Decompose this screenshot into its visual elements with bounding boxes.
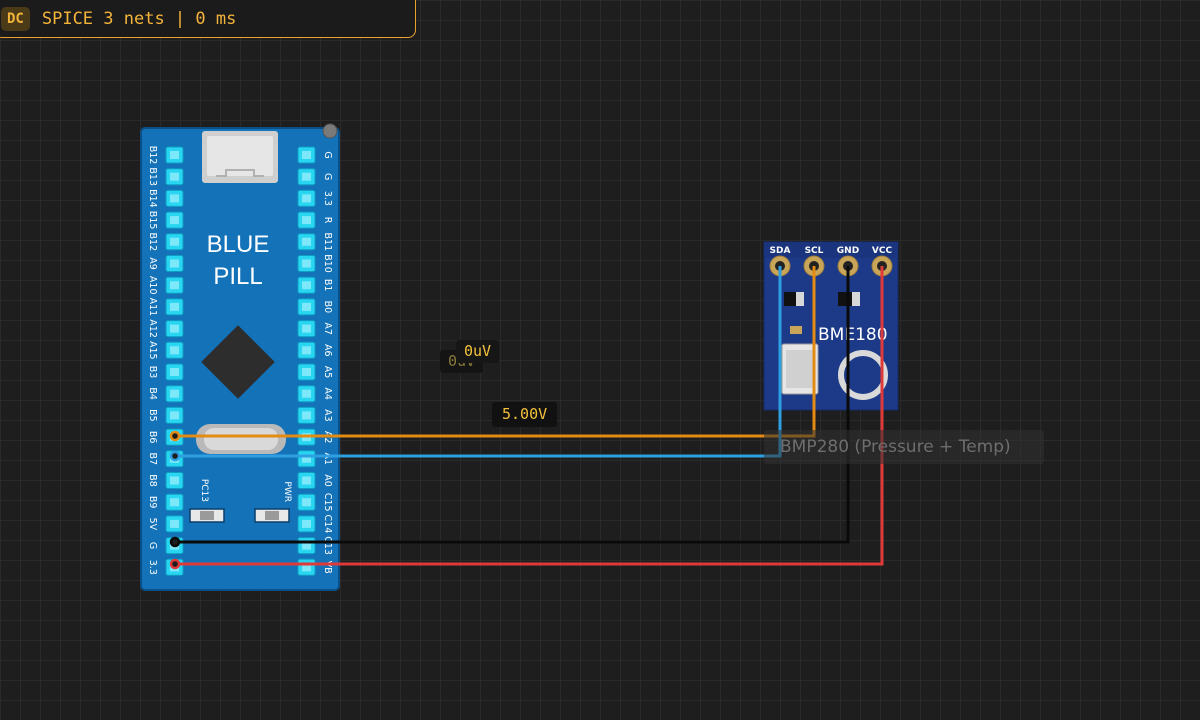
wire-endpoint[interactable]	[169, 558, 181, 570]
pin-hole	[302, 476, 311, 485]
pin-hole	[170, 324, 179, 333]
board-title-line1: BLUE	[207, 231, 270, 258]
pin-hole	[302, 346, 311, 355]
pin-label: B5	[147, 409, 158, 422]
bmp280-caption: BMP280 (Pressure + Temp)	[764, 430, 1044, 464]
pin-label: 3.3	[322, 191, 333, 206]
pin-label: 3.3	[147, 560, 158, 575]
pin-hole	[170, 368, 179, 376]
bmp-pin-label: GND	[837, 246, 859, 256]
pin-label: C15	[322, 493, 333, 512]
pin-hole	[170, 151, 179, 159]
pin-label: A3	[322, 409, 333, 422]
pin-label: B3	[147, 366, 158, 379]
pin-label: A6	[322, 344, 333, 357]
bmp-pin-label: VCC	[872, 246, 893, 256]
pin-label: B15	[147, 211, 158, 230]
pin-hole	[302, 368, 311, 376]
wire-endpoint[interactable]	[169, 536, 181, 548]
pin-hole	[302, 519, 311, 528]
pin-label: B1	[322, 279, 333, 292]
pin-label: G	[322, 151, 333, 158]
pin-hole	[170, 194, 179, 203]
pin-label: A0	[322, 474, 333, 487]
voltage-probe-front[interactable]: 0uV	[456, 340, 500, 363]
pin-hole	[170, 346, 179, 355]
pin-label: B13	[147, 167, 158, 186]
pin-hole	[302, 324, 311, 333]
pin-label: B9	[147, 496, 158, 509]
wire-endpoint[interactable]	[169, 450, 181, 462]
pin-label: A15	[147, 341, 158, 360]
bmp-pin-label: SDA	[770, 246, 791, 256]
pin-label: B4	[147, 387, 158, 400]
pin-label: G	[322, 173, 333, 180]
pin-hole	[302, 389, 311, 398]
pin-hole	[170, 302, 179, 311]
pin-hole	[170, 281, 179, 290]
pin-label: A5	[322, 366, 333, 379]
board-title-line2: PILL	[213, 263, 262, 290]
pin-hole	[170, 476, 179, 485]
pin-hole	[170, 259, 179, 268]
pin-label: A1	[322, 453, 333, 466]
pin-label: A4	[322, 387, 333, 400]
pin-label: 5V	[147, 518, 158, 531]
pin-hole	[302, 281, 311, 290]
board-handle-icon[interactable]	[322, 123, 338, 139]
smd-component	[784, 292, 796, 306]
bmp-pin-label: SCL	[805, 246, 824, 256]
pin-label: C14	[322, 515, 333, 534]
blue-pill-board[interactable]: BLUE PILL PC13 PWR B12 B13 B14 B15 B12 A9 A10 A…	[140, 123, 340, 591]
pin-label: G	[147, 542, 158, 549]
pin-hole	[170, 237, 179, 246]
bmp280-module[interactable]: SDA SCL GND VCC BME180	[763, 241, 899, 411]
pin-hole	[170, 172, 179, 181]
pin-label: B10	[322, 254, 333, 273]
pin-label: C13	[322, 536, 333, 555]
pc13-label: PC13	[199, 479, 209, 502]
pin-hole	[302, 216, 311, 225]
pin-hole	[170, 519, 179, 528]
pin-label: B12	[147, 232, 158, 251]
pin-hole	[170, 498, 179, 507]
pin-hole	[302, 259, 311, 268]
wire-endpoint[interactable]	[169, 430, 181, 442]
circuit-canvas[interactable]: BLUE PILL PC13 PWR B12 B13 B14 B15 B12 A9 A10 A…	[0, 0, 1200, 720]
pin-label: B8	[147, 474, 158, 487]
smd-resistor	[790, 326, 802, 334]
voltage-probe-vcc[interactable]: 5.00V	[492, 402, 558, 427]
pin-hole	[170, 216, 179, 225]
pin-hole	[302, 237, 311, 246]
pin-hole	[170, 411, 179, 420]
pin-label: B6	[147, 431, 158, 444]
pin-label: R	[322, 217, 333, 224]
pin-hole	[302, 172, 311, 181]
pin-label: B0	[322, 301, 333, 314]
pin-label: A9	[147, 257, 158, 270]
pin-hole	[302, 151, 311, 159]
pin-label: A10	[147, 276, 158, 295]
pin-label: B12	[147, 146, 158, 165]
smd-component	[838, 292, 852, 306]
pwr-label: PWR	[282, 481, 292, 502]
pin-label: B11	[322, 232, 333, 251]
pin-hole	[170, 389, 179, 398]
pin-hole	[302, 302, 311, 311]
pin-label: A11	[147, 298, 158, 317]
pin-label: A7	[322, 322, 333, 335]
chip-marking: BME180	[818, 325, 888, 345]
pin-label: A12	[147, 319, 158, 338]
pin-hole	[302, 411, 311, 420]
pin-label: B7	[147, 453, 158, 466]
pin-hole	[302, 498, 311, 507]
pin-label: B14	[147, 189, 158, 208]
pin-hole	[302, 194, 311, 203]
